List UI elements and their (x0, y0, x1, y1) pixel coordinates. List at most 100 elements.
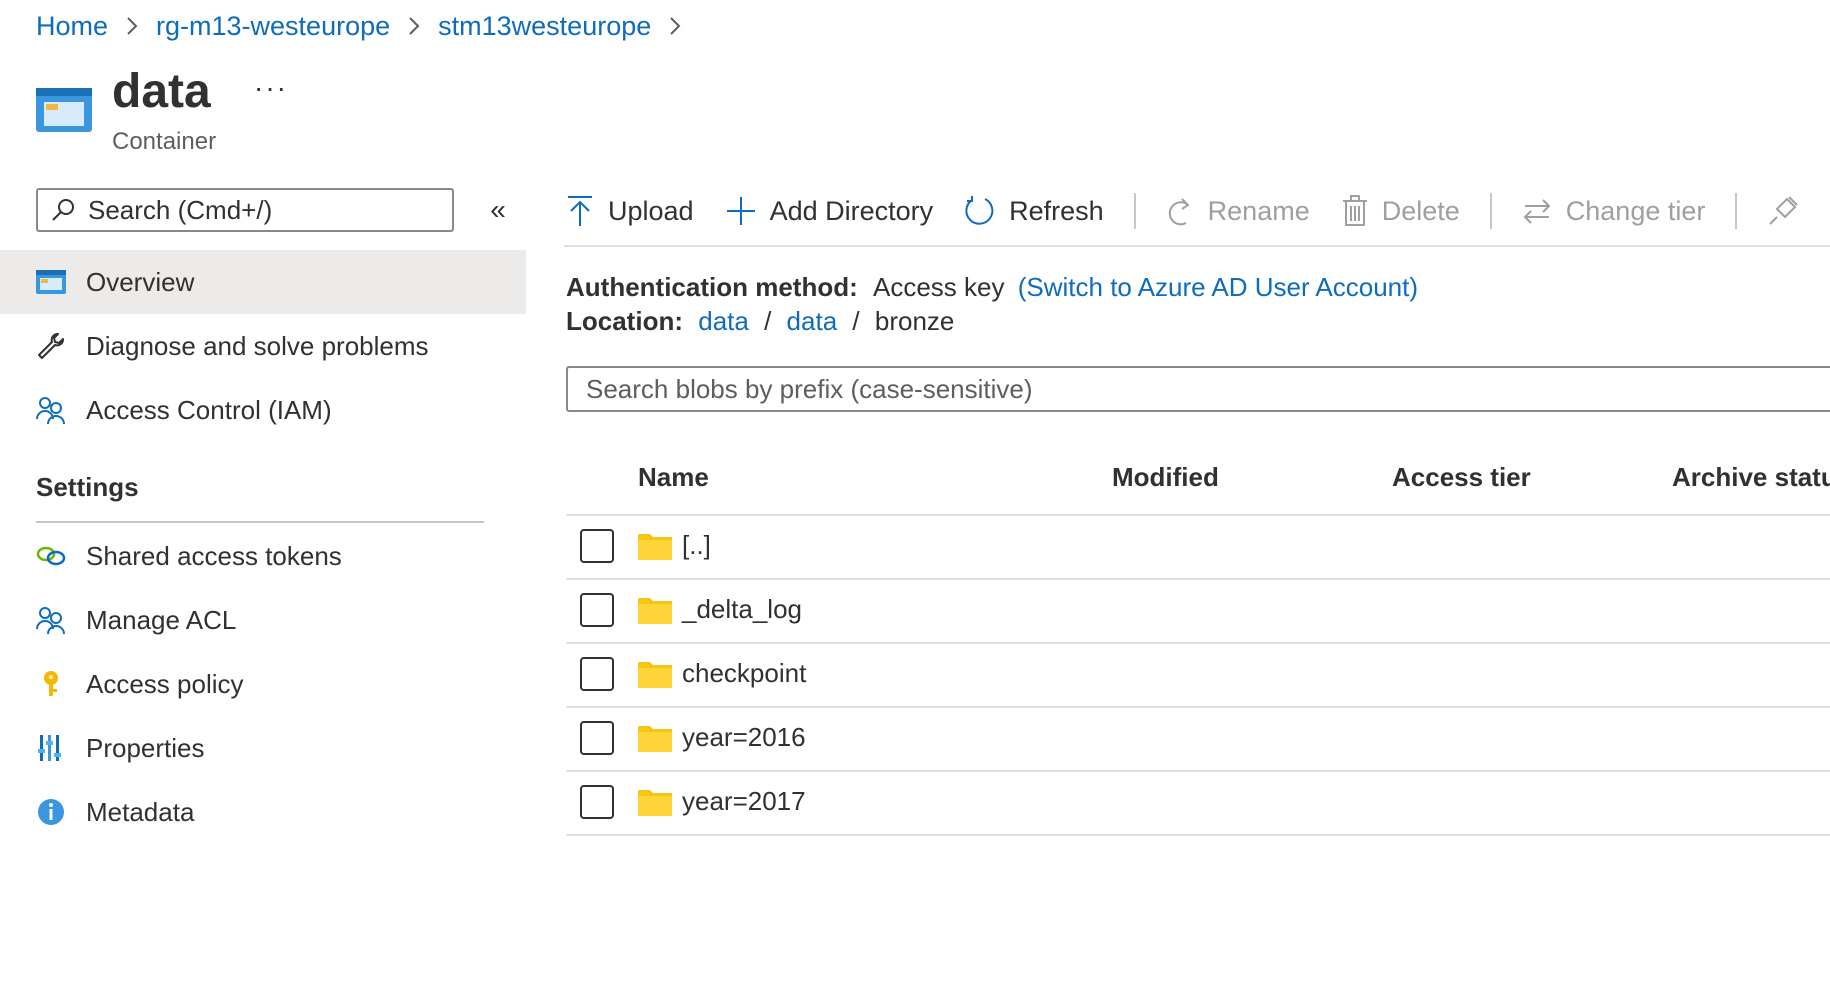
location-label: Location: (566, 306, 683, 336)
divider (36, 521, 484, 523)
rename-icon (1166, 195, 1194, 227)
location-link-container[interactable]: data (698, 306, 749, 336)
column-header-access-tier[interactable]: Access tier (1392, 462, 1531, 493)
container-icon (36, 267, 66, 297)
blob-search-input[interactable] (584, 368, 1788, 410)
breadcrumb: Home rg-m13-westeurope stm13westeurope (36, 8, 699, 44)
sidebar-item-manage-acl[interactable]: Manage ACL (0, 588, 526, 652)
sidebar-item-label: Metadata (86, 796, 195, 827)
row-name[interactable]: checkpoint (682, 658, 806, 689)
refresh-button[interactable]: Refresh (963, 195, 1104, 227)
blob-search[interactable] (566, 366, 1830, 412)
path-separator: / (852, 306, 860, 336)
chevron-right-icon (669, 16, 681, 36)
change-tier-button[interactable]: Change tier (1522, 195, 1706, 227)
toolbar-divider (1133, 193, 1136, 229)
path-separator: / (764, 306, 772, 336)
row-name[interactable]: [..] (682, 530, 711, 561)
change-tier-label: Change tier (1565, 195, 1706, 226)
properties-icon (36, 733, 66, 763)
chevron-right-icon (408, 16, 420, 36)
sidebar-item-label: Access policy (86, 668, 244, 699)
more-options-button[interactable]: ··· (254, 72, 288, 104)
sidebar-item-label: Overview (86, 266, 195, 297)
location-current: bronze (874, 306, 955, 336)
refresh-label: Refresh (1009, 195, 1104, 226)
sidebar-search[interactable] (36, 188, 454, 232)
add-directory-button[interactable]: Add Directory (726, 195, 934, 227)
people-icon (36, 395, 66, 425)
location-row: Location: data / data / bronze (566, 306, 954, 337)
sidebar-item-overview[interactable]: Overview (0, 250, 526, 314)
sidebar-item-label: Manage ACL (86, 604, 237, 635)
toolbar-divider-line (564, 245, 1830, 247)
sidebar-item-shared-access-tokens[interactable]: Shared access tokens (0, 524, 526, 588)
sidebar-item-access-control[interactable]: Access Control (IAM) (0, 378, 526, 442)
breadcrumb-storage-account[interactable]: stm13westeurope (438, 11, 651, 42)
breadcrumb-resource-group[interactable]: rg-m13-westeurope (156, 11, 390, 42)
switch-auth-link[interactable]: (Switch to Azure AD User Account) (1018, 272, 1418, 302)
folder-icon (638, 534, 672, 560)
sidebar-item-label: Shared access tokens (86, 540, 342, 571)
delete-label: Delete (1381, 195, 1460, 226)
location-link-folder[interactable]: data (787, 306, 838, 336)
people-icon (36, 605, 66, 635)
search-icon (50, 197, 76, 223)
table-row[interactable]: checkpoint (566, 642, 1830, 706)
trash-icon (1342, 195, 1368, 227)
column-header-name[interactable]: Name (638, 462, 709, 493)
delete-button[interactable]: Delete (1342, 195, 1460, 227)
column-header-modified[interactable]: Modified (1112, 462, 1219, 493)
acquire-lease-button[interactable] (1767, 195, 1813, 227)
folder-icon (638, 726, 672, 752)
auth-method-label: Authentication method: (566, 272, 858, 302)
row-name[interactable]: _delta_log (682, 594, 802, 625)
sidebar-item-label: Diagnose and solve problems (86, 330, 429, 361)
upload-button[interactable]: Upload (566, 195, 694, 227)
breadcrumb-home[interactable]: Home (36, 11, 108, 42)
upload-icon (566, 195, 594, 227)
column-header-archive-status[interactable]: Archive status (1672, 462, 1830, 493)
auth-method-value: Access key (873, 272, 1005, 302)
sidebar-item-label: Access Control (IAM) (86, 394, 332, 425)
row-checkbox[interactable] (580, 721, 614, 755)
toolbar: Upload Add Directory Refresh Rename Dele… (566, 188, 1813, 234)
auth-method-row: Authentication method: Access key (Switc… (566, 272, 1418, 303)
add-directory-label: Add Directory (769, 195, 934, 226)
container-icon (36, 88, 92, 132)
table-row[interactable]: [..] (566, 514, 1830, 578)
page-title: data (112, 65, 211, 118)
info-icon (36, 797, 66, 827)
sidebar-item-access-policy[interactable]: Access policy (0, 652, 526, 716)
rename-label: Rename (1207, 195, 1310, 226)
table-row[interactable]: year=2016 (566, 706, 1830, 770)
refresh-icon (963, 195, 995, 227)
folder-icon (638, 598, 672, 624)
row-checkbox[interactable] (580, 785, 614, 819)
table-row[interactable]: _delta_log (566, 578, 1830, 642)
sidebar-item-diagnose[interactable]: Diagnose and solve problems (0, 314, 526, 378)
sidebar-item-metadata[interactable]: Metadata (0, 780, 526, 844)
toolbar-divider (1735, 193, 1738, 229)
sidebar-item-properties[interactable]: Properties (0, 716, 526, 780)
row-checkbox[interactable] (580, 657, 614, 691)
row-checkbox[interactable] (580, 529, 614, 563)
upload-label: Upload (608, 195, 694, 226)
toolbar-divider (1489, 193, 1492, 229)
folder-icon (638, 790, 672, 816)
wrench-icon (36, 331, 66, 361)
table-row[interactable]: year=2017 (566, 770, 1830, 836)
row-checkbox[interactable] (580, 593, 614, 627)
collapse-sidebar-button[interactable]: « (482, 194, 514, 226)
folder-icon (638, 662, 672, 688)
row-name[interactable]: year=2017 (682, 786, 806, 817)
swap-icon (1522, 196, 1552, 226)
key-icon (36, 669, 66, 699)
sidebar-search-input[interactable] (86, 193, 430, 227)
rename-button[interactable]: Rename (1166, 195, 1310, 227)
row-name[interactable]: year=2016 (682, 722, 806, 753)
link-icon (36, 541, 66, 571)
chevron-right-icon (126, 16, 138, 36)
settings-heading: Settings (36, 472, 139, 502)
plus-icon (726, 196, 756, 226)
